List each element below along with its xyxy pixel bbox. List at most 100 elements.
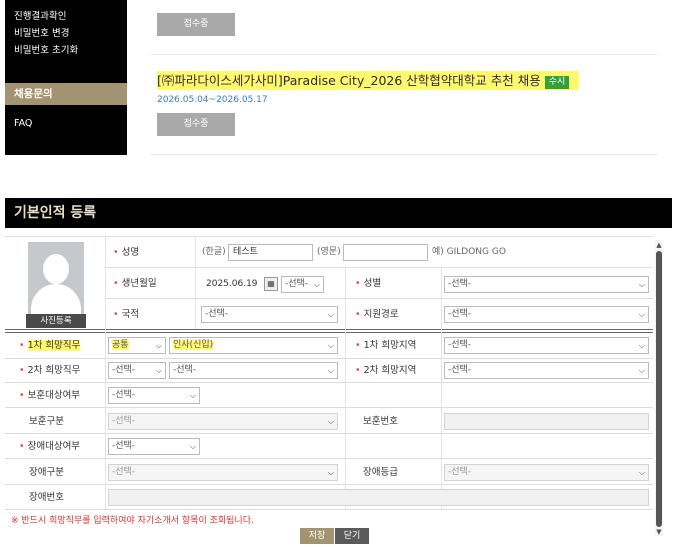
- chevron-down-icon: ⌵: [638, 468, 645, 477]
- row-line: [105, 298, 653, 299]
- gender-select[interactable]: -선택- ⌵: [444, 276, 649, 293]
- veteran-number-label: 보훈번호: [363, 416, 398, 427]
- veteran-number-input[interactable]: [444, 413, 649, 430]
- veteran-type-select[interactable]: -선택- ⌵: [108, 413, 338, 430]
- scroll-up-icon[interactable]: ▲: [655, 241, 663, 249]
- required-star-icon: •: [19, 365, 25, 376]
- row-line: [5, 358, 653, 359]
- required-star-icon: •: [113, 247, 119, 258]
- required-star-icon: •: [355, 278, 361, 289]
- chevron-down-icon: ⌵: [638, 280, 645, 289]
- col-line: [345, 267, 346, 509]
- birth-date-input[interactable]: 2025.06.19: [201, 276, 261, 293]
- photo-area: 사진등록: [5, 236, 105, 330]
- job-list: 접수중 [㈜파라다이스세가사미]Paradise City_2026 산학협약대…: [127, 0, 675, 158]
- korean-name-input[interactable]: 테스트: [228, 244, 313, 261]
- english-name-input[interactable]: [343, 244, 428, 261]
- required-star-icon: •: [355, 365, 361, 376]
- row-line: [5, 407, 653, 408]
- sidebar-item-faq[interactable]: FAQ: [14, 118, 32, 129]
- chevron-down-icon: ⌵: [189, 391, 196, 400]
- sidebar-section-inquiry[interactable]: 채용문의: [5, 83, 127, 105]
- gender-label: • 성별: [355, 278, 382, 289]
- required-star-icon: •: [355, 340, 361, 351]
- required-star-icon: •: [19, 441, 25, 452]
- region1-select[interactable]: -선택- ⌵: [444, 337, 649, 354]
- close-button[interactable]: 닫기: [335, 528, 369, 544]
- personal-info-form: 사진등록 • 성명 (한글) 테스트 (영문) 예) GILDONG GO • 생년…: [5, 236, 653, 547]
- form-scrollbar[interactable]: ▲ ▼: [655, 240, 663, 536]
- job-status-button-2[interactable]: 접수중: [157, 113, 235, 136]
- disability-number-label: 장애번호: [29, 492, 64, 503]
- english-name-prefix: (영문): [317, 247, 341, 257]
- job-title-text: [㈜파라다이스세가사미]Paradise City_2026 산학협약대학교 추…: [157, 73, 541, 88]
- calendar-icon[interactable]: ▦: [264, 277, 278, 291]
- route-label: • 지원경로: [355, 309, 399, 320]
- job-title-link[interactable]: [㈜파라다이스세가사미]Paradise City_2026 산학협약대학교 추…: [157, 71, 580, 90]
- chevron-down-icon: ⌵: [313, 280, 320, 289]
- chevron-down-icon: ⌵: [189, 442, 196, 451]
- scrollbar-thumb[interactable]: [656, 251, 662, 527]
- job2-category-select[interactable]: -선택- ⌵: [108, 362, 166, 379]
- photo-upload-button[interactable]: 사진등록: [26, 314, 86, 328]
- required-star-icon: •: [19, 390, 25, 401]
- region2-select[interactable]: -선택- ⌵: [444, 362, 649, 379]
- chevron-down-icon: ⌵: [327, 468, 334, 477]
- disability-target-select[interactable]: -선택- ⌵: [108, 438, 200, 455]
- disability-number-input[interactable]: [108, 489, 649, 506]
- required-star-icon: •: [19, 340, 25, 351]
- section-title: 기본인적 등록: [5, 198, 672, 228]
- disability-type-select[interactable]: -선택- ⌵: [108, 464, 338, 481]
- job-divider-2: [151, 154, 657, 155]
- required-star-icon: •: [355, 309, 361, 320]
- region2-label: • 2차 희망지역: [355, 365, 417, 376]
- col-line: [195, 236, 196, 329]
- chevron-down-icon: ⌵: [638, 310, 645, 319]
- chevron-down-icon: ⌵: [327, 310, 334, 319]
- row-line: [5, 332, 653, 333]
- sidebar-item-result-check[interactable]: 진행결과확인: [14, 8, 66, 22]
- job-status-button[interactable]: 접수중: [157, 13, 235, 36]
- disability-target-label: • 장애대상여부: [19, 441, 81, 452]
- row-line: [5, 382, 653, 383]
- job-divider: [151, 54, 657, 55]
- save-button[interactable]: 저장: [300, 528, 334, 544]
- sidebar-item-reset-password[interactable]: 비밀번호 초기화: [14, 42, 78, 56]
- job-required-notice: ※ 반드시 희망직무를 입력하여야 자기소개서 항목이 조회됩니다.: [11, 516, 254, 526]
- sidebar: 진행결과확인 비밀번호 변경 비밀번호 초기화 채용문의 FAQ: [5, 0, 127, 155]
- chevron-down-icon: ⌵: [638, 366, 645, 375]
- row-line: [5, 509, 653, 510]
- english-name-example: 예) GILDONG GO: [432, 247, 506, 257]
- job1-role-select[interactable]: 인사(신입) ⌵: [169, 337, 338, 354]
- required-star-icon: •: [113, 278, 119, 289]
- disability-grade-label: 장애등급: [363, 467, 398, 478]
- chevron-down-icon: ⌵: [327, 417, 334, 426]
- required-star-icon: •: [113, 309, 119, 320]
- job1-category-select[interactable]: 공통 ⌵: [108, 337, 166, 354]
- chevron-down-icon: ⌵: [155, 341, 162, 350]
- birth-label: • 생년월일: [113, 278, 157, 289]
- row-line: [5, 433, 653, 434]
- col-line: [441, 267, 442, 509]
- veteran-target-select[interactable]: -선택- ⌵: [108, 387, 200, 404]
- nationality-select[interactable]: -선택- ⌵: [201, 306, 338, 323]
- row-line: [5, 484, 653, 485]
- row-line: [105, 267, 653, 268]
- calendar-type-select[interactable]: -선택- ⌵: [281, 276, 324, 293]
- job-type-badge: 수시: [544, 76, 570, 89]
- nationality-label: • 국적: [113, 309, 140, 320]
- chevron-down-icon: ⌵: [155, 366, 162, 375]
- chevron-down-icon: ⌵: [638, 341, 645, 350]
- job2-role-select[interactable]: -선택- ⌵: [169, 362, 338, 379]
- scroll-down-icon[interactable]: ▼: [655, 528, 663, 536]
- sidebar-item-change-password[interactable]: 비밀번호 변경: [14, 25, 69, 39]
- job-period: 2026.05.04~2026.05.17: [157, 95, 268, 105]
- chevron-down-icon: ⌵: [327, 366, 334, 375]
- name-label: • 성명: [113, 247, 140, 258]
- chevron-down-icon: ⌵: [327, 341, 334, 350]
- veteran-target-label: • 보훈대상여부: [19, 390, 81, 401]
- profile-placeholder-icon: [28, 242, 84, 314]
- route-select[interactable]: -선택- ⌵: [444, 306, 649, 323]
- row-line: [5, 458, 653, 459]
- disability-grade-select[interactable]: -선택- ⌵: [444, 464, 649, 481]
